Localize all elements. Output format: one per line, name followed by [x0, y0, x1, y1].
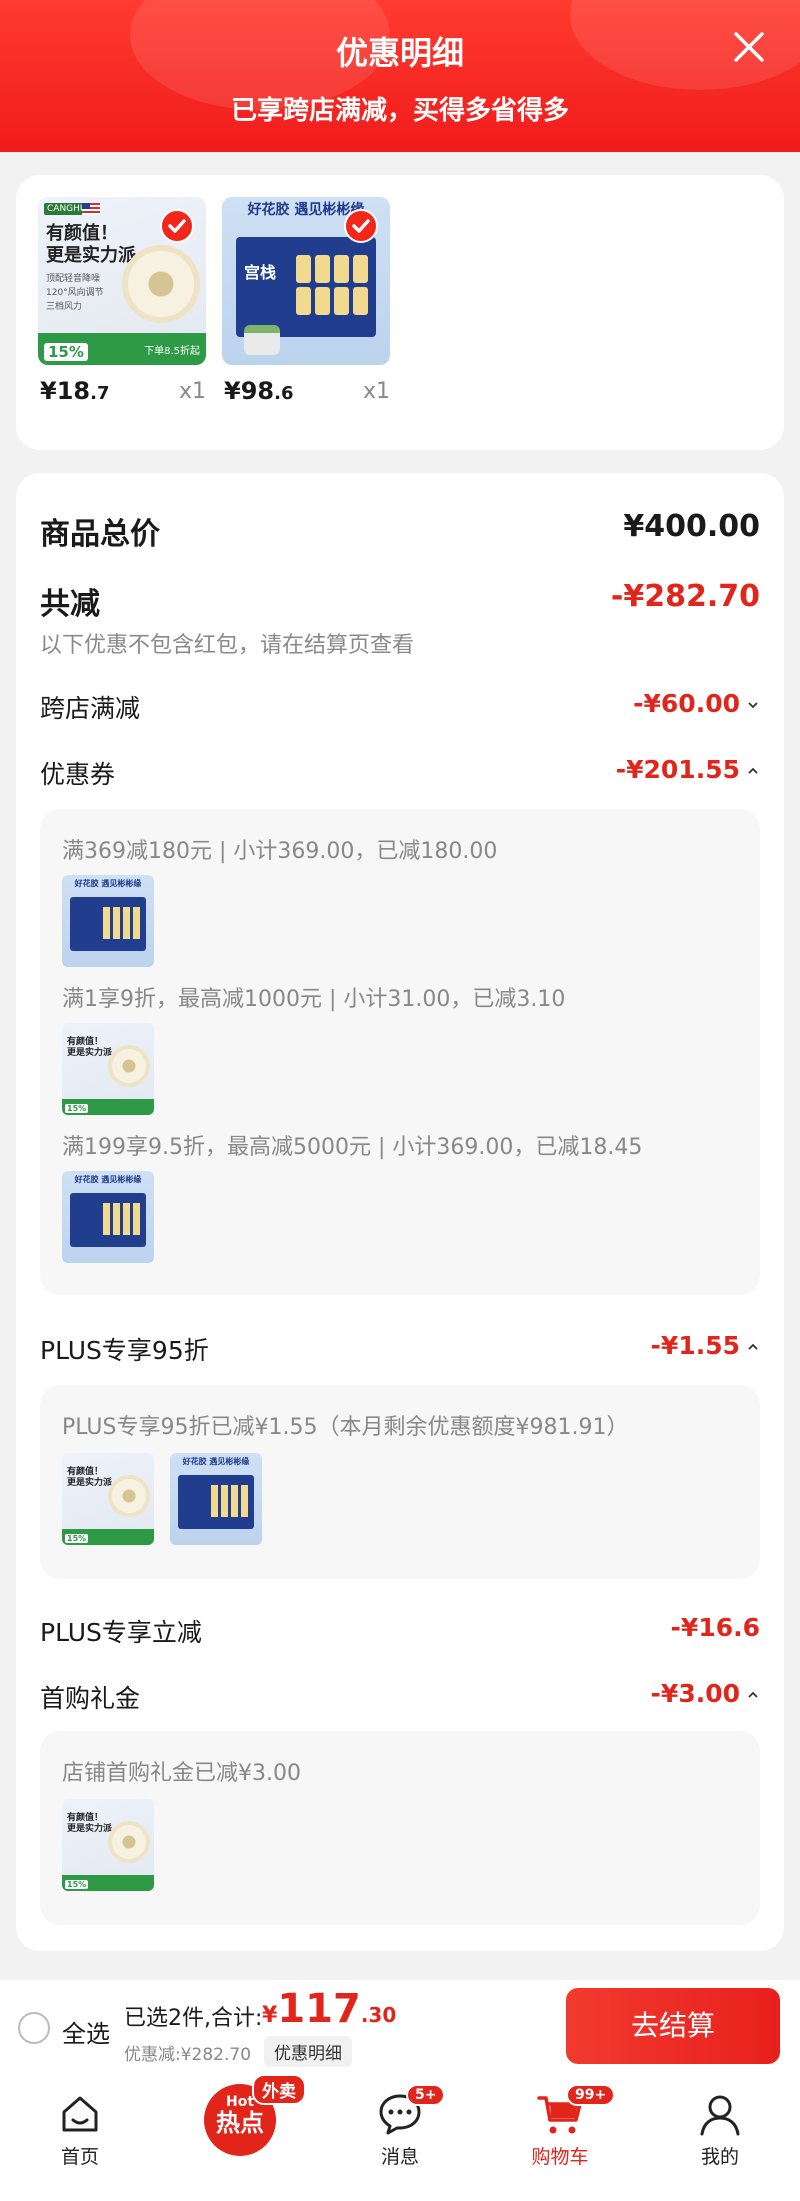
coupon-detail-text: 满369减180元 | 小计369.00，已减180.00: [62, 839, 498, 864]
tab-label: 我的: [700, 2146, 739, 2168]
tab-bar: 首页 5+ 消息 99+ 购物车 我的: [0, 2076, 800, 2201]
product-thumbnail: 好花胶 遇见彬彬缘: [170, 1453, 262, 1545]
product-quantity: x1: [362, 379, 390, 404]
close-icon: [734, 32, 764, 62]
products-card: CANGHUA 有颜值！ 更是实力派 顶配轻音降噪 120°风向调节 三档风力 …: [16, 175, 784, 450]
tab-home[interactable]: 首页: [30, 2090, 130, 2169]
discount-label: PLUS专享立减: [40, 1618, 202, 1647]
plus-detail-panel: PLUS专享95折已减¥1.55（本月剩余优惠额度¥981.91） 有颜值！ 更是…: [40, 1385, 760, 1579]
tab-cart[interactable]: 99+ 购物车: [510, 2084, 616, 2169]
product-thumbnail: 有颜值！ 更是实力派 15%: [62, 1799, 154, 1891]
select-all-radio[interactable]: [18, 2012, 50, 2044]
coupon-product-thumb: 好花胶 遇见彬彬缘: [62, 1171, 154, 1263]
discount-label: 首购礼金: [40, 1684, 141, 1713]
selected-check[interactable]: [160, 209, 194, 243]
chevron-down-icon: [748, 702, 758, 709]
pack-name: 宫栈: [244, 263, 277, 282]
coupon-product-thumb: 好花胶 遇见彬彬缘: [62, 875, 154, 967]
tab-messages[interactable]: 5+ 消息: [350, 2084, 450, 2169]
product-item[interactable]: 好花胶 遇见彬彬缘 宫栈 ¥98.6 x1: [222, 197, 390, 405]
tab-hot[interactable]: Hot 热点 外卖: [204, 2074, 306, 2156]
product-price: ¥98.6: [224, 377, 294, 405]
reduce-note: 以下优惠不包含红包，请在结算页查看: [40, 633, 415, 658]
modal-header: 优惠明细 已享跨店满减，买得多省得多: [0, 0, 800, 152]
message-badge: 5+: [406, 2084, 446, 2106]
discount-value: -¥60.00: [633, 689, 760, 718]
product-item[interactable]: CANGHUA 有颜值！ 更是实力派 顶配轻音降噪 120°风向调节 三档风力 …: [38, 197, 206, 405]
product-thumbnail: 好花胶 遇见彬彬缘: [62, 1171, 154, 1263]
close-button[interactable]: [732, 30, 766, 64]
selected-check[interactable]: [344, 209, 378, 243]
discount-label: 优惠券: [40, 760, 116, 789]
gift-product-thumb: 有颜值！ 更是实力派 15%: [62, 1799, 154, 1891]
product-bullet: 120°风向调节: [46, 288, 104, 298]
total-price-label: 商品总价: [40, 517, 160, 552]
user-icon: [700, 2095, 740, 2136]
selected-count: 已选2件,合计:: [124, 2006, 263, 2031]
headline-line: 有颜值！: [46, 223, 118, 244]
check-icon: [352, 219, 370, 233]
total-price-value: ¥400.00: [623, 509, 760, 544]
cart-badge: 99+: [566, 2084, 616, 2106]
product-bullet: 三档风力: [46, 302, 83, 312]
discount-value: -¥3.00: [651, 1679, 760, 1708]
discount-value: -¥16.6: [670, 1613, 760, 1642]
discount-value: -¥1.55: [651, 1331, 760, 1360]
plus-detail-text: PLUS专享95折已减¥1.55（本月剩余优惠额度¥981.91）: [62, 1415, 629, 1440]
tab-label: 购物车: [531, 2146, 589, 2168]
price-line: ¥18.7 x1: [38, 377, 206, 407]
plus-product-thumb: 好花胶 遇见彬彬缘: [170, 1453, 262, 1545]
chevron-up-icon: [748, 1343, 758, 1350]
product-thumbnail: 有颜值！ 更是实力派 15%: [62, 1453, 154, 1545]
chevron-up-icon: [748, 1691, 758, 1698]
discount-amount: 优惠减:¥282.70: [124, 2045, 252, 2065]
tab-label: 首页: [60, 2146, 99, 2168]
product-quantity: x1: [178, 379, 206, 404]
gift-detail-panel: 店铺首购礼金已减¥3.00 有颜值！ 更是实力派 15%: [40, 1731, 760, 1925]
select-all-label[interactable]: 全选: [62, 2014, 110, 2049]
hot-label: 热点: [216, 2109, 264, 2137]
product-image: CANGHUA 有颜值！ 更是实力派 顶配轻音降噪 120°风向调节 三档风力 …: [38, 197, 206, 365]
total-reduce-value: -¥282.70: [610, 579, 760, 614]
coupon-detail-text: 满1享9折，最高减1000元 | 小计31.00，已减3.10: [62, 987, 566, 1012]
coupon-detail-panel: 满369减180元 | 小计369.00，已减180.00 好花胶 遇见彬彬缘 …: [40, 809, 760, 1295]
discount-label: PLUS专享95折: [40, 1336, 209, 1365]
discount-summary-card: 商品总价 ¥400.00 共减 -¥282.70 以下优惠不包含红包，请在结算页…: [16, 473, 784, 1951]
takeout-badge: 外卖: [252, 2074, 306, 2105]
promo-text: 下单8.5折起: [144, 346, 200, 357]
discount-value: -¥201.55: [616, 755, 760, 784]
discount-detail-button[interactable]: 优惠明细: [264, 2036, 352, 2067]
product-image: 好花胶 遇见彬彬缘 宫栈: [222, 197, 390, 365]
gift-detail-text: 店铺首购礼金已减¥3.00: [62, 1761, 301, 1786]
check-icon: [168, 219, 186, 233]
plus-product-thumb: 有颜值！ 更是实力派 15%: [62, 1453, 154, 1545]
home-icon: [62, 2096, 98, 2132]
product-bullet: 顶配轻音降噪: [46, 274, 101, 284]
page-title: 优惠明细: [335, 34, 464, 72]
discount-label: 跨店满减: [40, 694, 141, 723]
checkout-bar: 全选 已选2件,合计: ¥117.30 优惠减:¥282.70 优惠明细 去结算: [0, 1980, 800, 2076]
total-amount: ¥117.30: [262, 1986, 397, 2032]
page-subtitle: 已享跨店满减，买得多省得多: [230, 96, 569, 126]
tab-label: 消息: [380, 2146, 419, 2168]
gift-box-illustration: 宫栈: [236, 237, 376, 337]
chevron-up-icon: [748, 767, 758, 774]
product-price: ¥18.7: [40, 377, 110, 405]
total-reduce-label: 共减: [40, 587, 100, 622]
flag-icon: [82, 203, 100, 215]
fan-illustration: [122, 245, 200, 323]
checkout-button[interactable]: 去结算: [566, 1988, 780, 2064]
price-line: ¥98.6 x1: [222, 377, 390, 407]
product-thumbnail: 有颜值！ 更是实力派 15%: [62, 1023, 154, 1115]
coupon-detail-text: 满199享9.5折，最高减5000元 | 小计369.00，已减18.45: [62, 1135, 643, 1160]
headline-line: 更是实力派: [46, 245, 136, 266]
coupon-product-thumb: 有颜值！ 更是实力派 15%: [62, 1023, 154, 1115]
tab-profile[interactable]: 我的: [670, 2090, 770, 2169]
jar-illustration: [244, 325, 280, 355]
product-headline: 有颜值！ 更是实力派: [46, 223, 136, 267]
product-thumbnail: 好花胶 遇见彬彬缘: [62, 875, 154, 967]
promo-percent: 15%: [44, 343, 88, 361]
